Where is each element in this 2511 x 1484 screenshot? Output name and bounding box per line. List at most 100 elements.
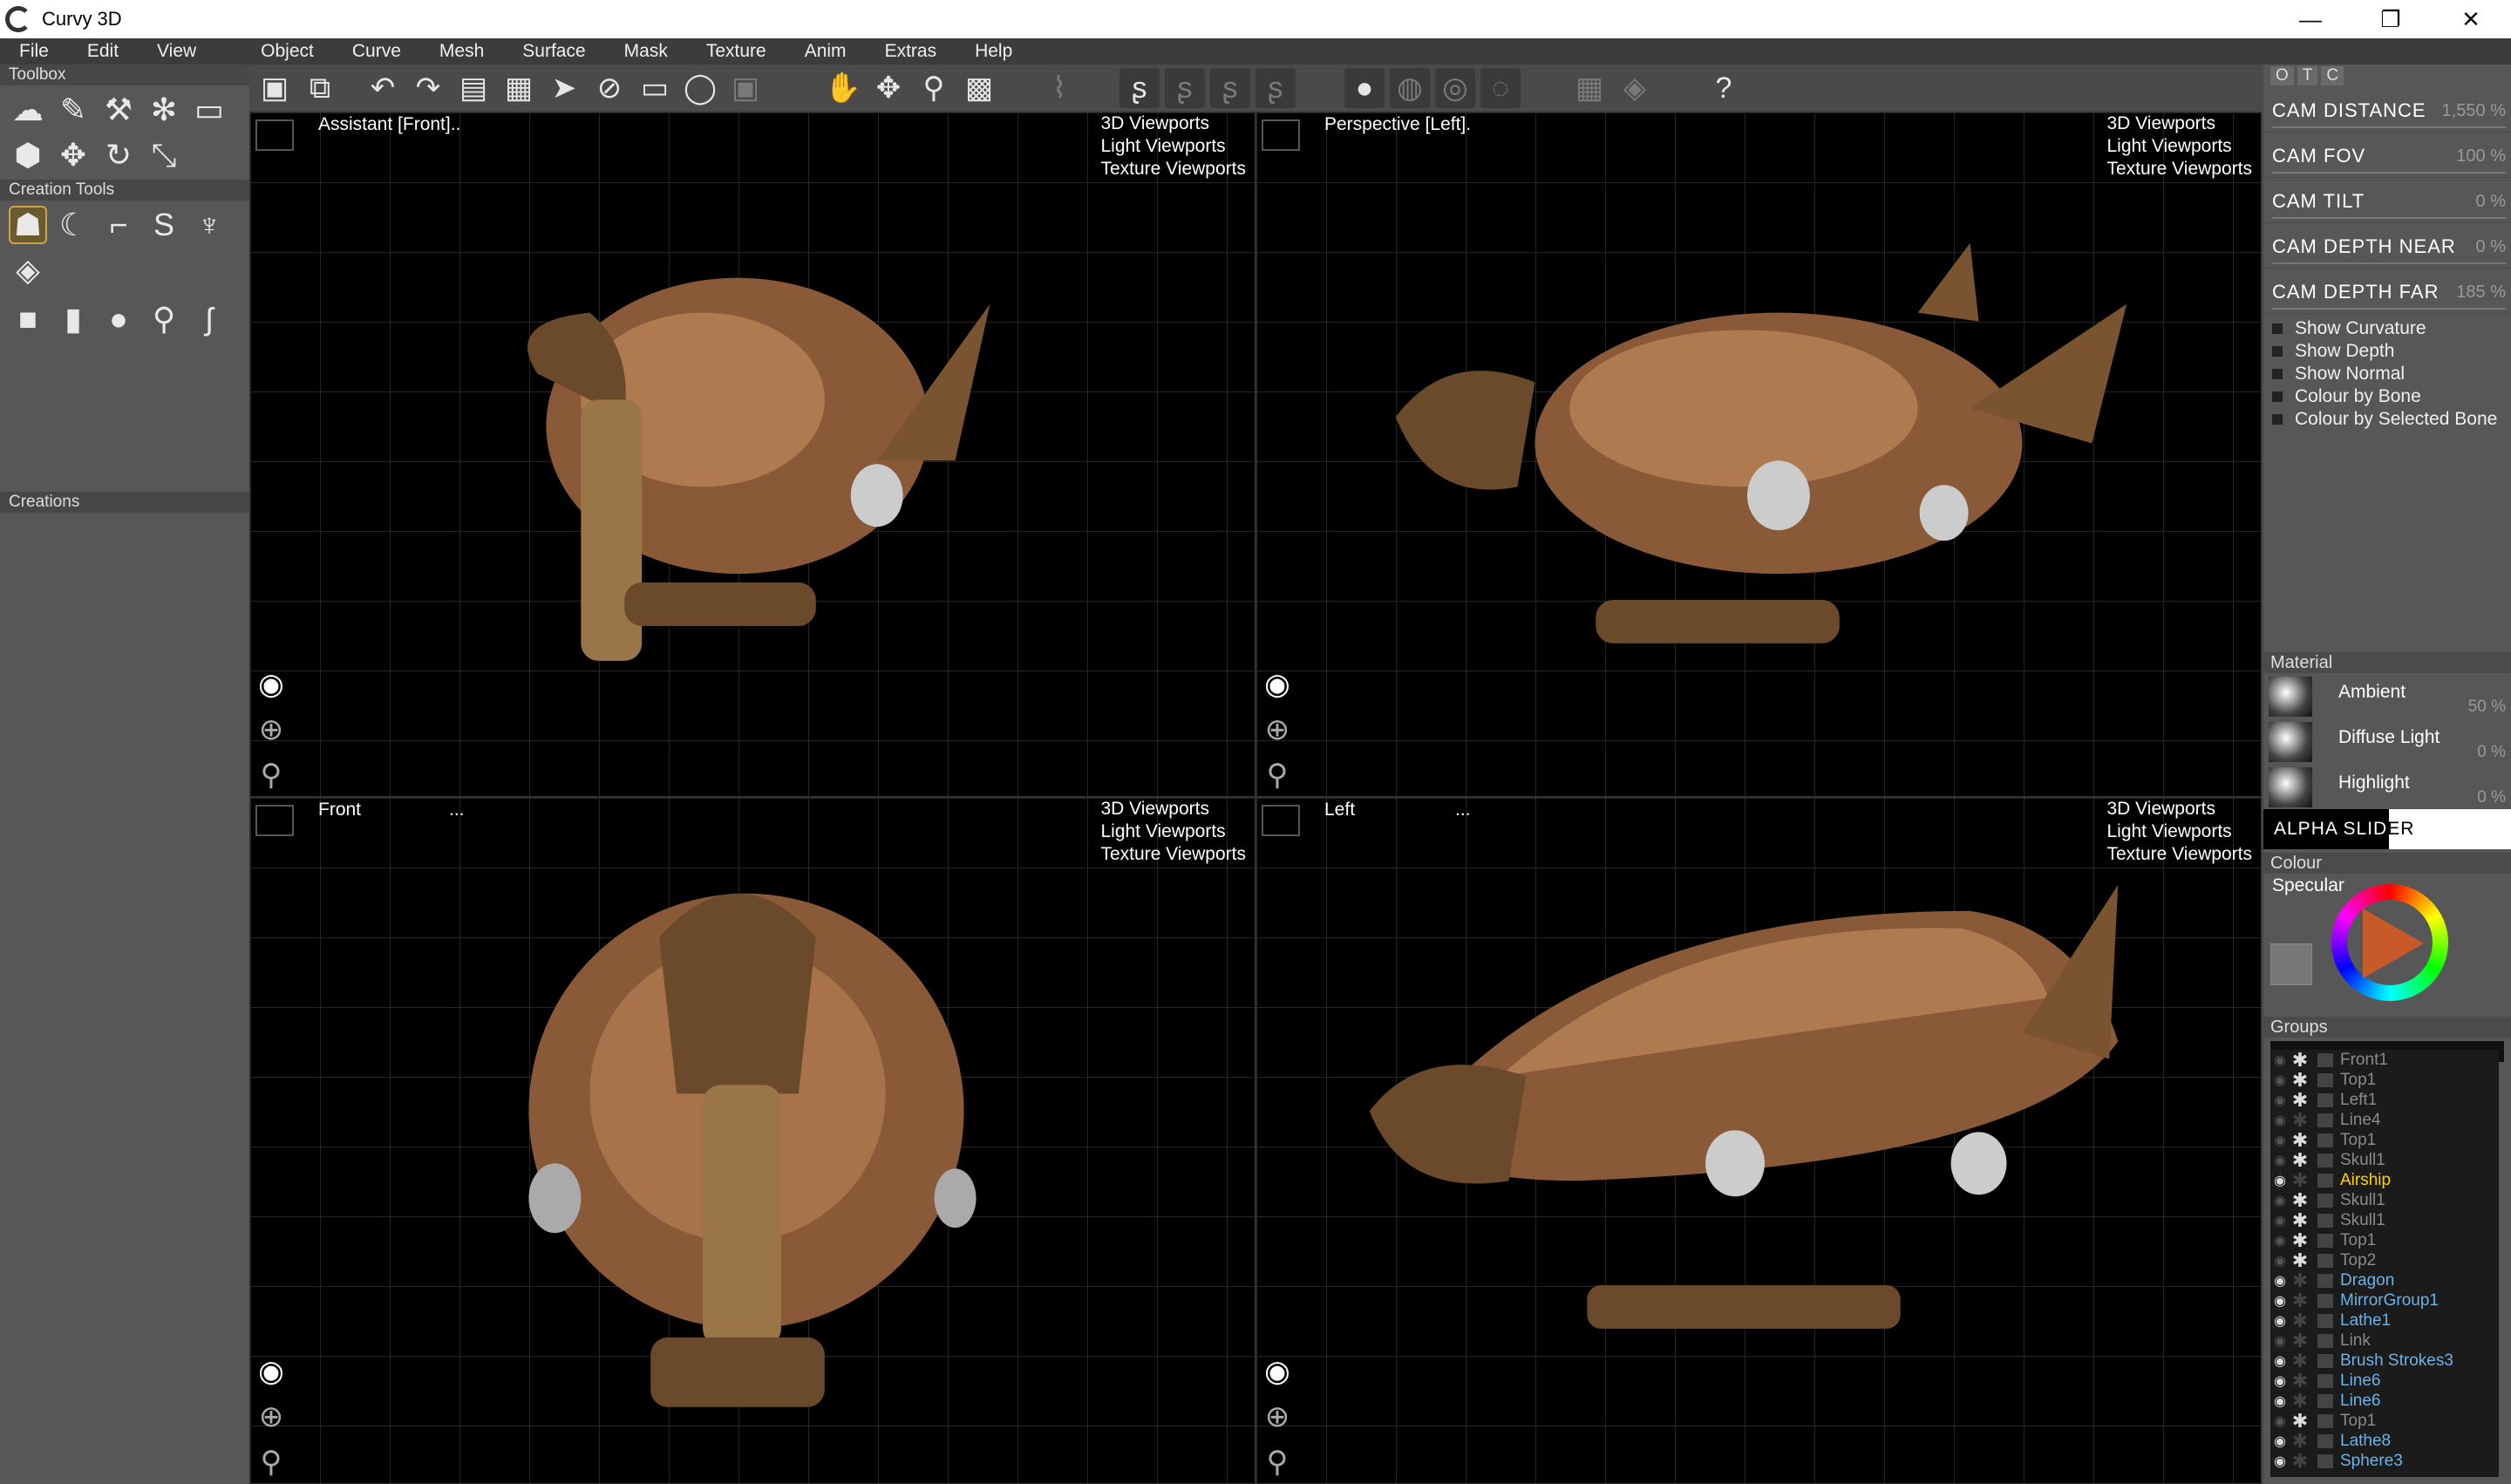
hook-icon[interactable]: ʃ	[190, 300, 228, 338]
zoom-icon[interactable]: ⚲	[914, 68, 954, 108]
tree-item[interactable]: ◉ ✱ Link	[2270, 1330, 2499, 1351]
menu-surface[interactable]: Surface	[503, 41, 604, 62]
menu-extras[interactable]: Extras	[866, 41, 956, 62]
visibility-eye-icon[interactable]: ◉	[2270, 1312, 2290, 1330]
save-as-icon[interactable]: ⧉	[300, 68, 340, 108]
tree-item[interactable]: ◉ ✱ Top1	[2270, 1229, 2499, 1251]
orbit-icon[interactable]: ⊕	[252, 711, 290, 749]
menu-edit[interactable]: Edit	[68, 41, 138, 62]
tree-item[interactable]: ◉ ✱ Front1	[2270, 1050, 2499, 1071]
no-select-icon[interactable]: ⊘	[589, 68, 629, 108]
paste-icon[interactable]: ▦	[499, 68, 539, 108]
tree-item[interactable]: ◉ ✱ Dragon	[2270, 1270, 2499, 1291]
tree-item[interactable]: ◉ ✱ Brush Strokes3	[2270, 1350, 2499, 1372]
tree-item[interactable]: ◉ ✱ MirrorGroup1	[2270, 1290, 2499, 1311]
tree-item[interactable]: ◉ ✱ Top1	[2270, 1129, 2499, 1151]
visibility-eye-icon[interactable]: ◉	[2270, 1192, 2290, 1209]
visibility-eye-icon[interactable]: ◉	[2270, 1392, 2290, 1410]
menu-light-viewports[interactable]: Light Viewports	[1100, 135, 1246, 158]
viewport-left[interactable]: Left ... 3D Viewports Light Viewports Te…	[1256, 797, 2262, 1484]
visibility-eye-icon[interactable]: ◉	[2270, 1092, 2290, 1109]
visibility-eye-icon[interactable]: ◉	[2270, 1152, 2290, 1169]
visibility-eye-icon[interactable]: ◉	[2270, 1232, 2290, 1249]
rect-select-icon[interactable]: ▭	[635, 68, 675, 108]
layout-diamond-icon[interactable]: ◈	[1615, 68, 1655, 108]
colour-by-selected-bone-checkbox[interactable]: Colour by Selected Bone	[2263, 408, 2511, 431]
menu-help[interactable]: Help	[956, 41, 1031, 62]
tree-item[interactable]: ◉ ✱ Line6	[2270, 1370, 2499, 1392]
visibility-eye-icon[interactable]: ◉	[2270, 1172, 2290, 1189]
viewport-corner-button[interactable]	[1262, 119, 1300, 151]
pan-hand-icon[interactable]: ✋	[823, 68, 863, 108]
cam-fov-slider[interactable]: CAM FOV 100 %	[2263, 133, 2511, 178]
orbit-icon[interactable]: ⊕	[1258, 1398, 1296, 1436]
wire-sphere-icon[interactable]: ◍	[1390, 68, 1430, 108]
maximize-button[interactable]: ❐	[2351, 0, 2431, 38]
visibility-eye-icon[interactable]: ◉	[2270, 1072, 2290, 1089]
diffuse-light-slider[interactable]: Diffuse Light 0 %	[2263, 718, 2511, 764]
s-curve-icon[interactable]: S	[145, 206, 183, 244]
mask-icon[interactable]: ▣	[725, 68, 766, 108]
curved-wires-icon[interactable]: ◌	[1480, 68, 1521, 108]
bone-icon[interactable]: ⚲	[145, 300, 183, 338]
cam-depth-far-slider[interactable]: CAM DEPTH FAR 185 %	[2263, 269, 2511, 314]
sheet-icon[interactable]: ◈	[9, 251, 47, 289]
menu-3d-viewports[interactable]: 3D Viewports	[1100, 112, 1246, 135]
select-arrow-icon[interactable]: ➤	[544, 68, 584, 108]
tree-item[interactable]: ◉ ✱ Line4	[2270, 1109, 2499, 1131]
close-button[interactable]: ✕	[2431, 0, 2511, 38]
smudge-icon[interactable]: ✎	[54, 91, 92, 129]
menu-light-viewports[interactable]: Light Viewports	[2106, 135, 2252, 158]
visibility-eye-icon[interactable]: ◉	[2270, 1052, 2290, 1069]
tree-item[interactable]: ◉ ✱ Airship	[2270, 1169, 2499, 1191]
curve-tool-4-icon[interactable]: ʂ	[1256, 68, 1296, 108]
visibility-eye-icon[interactable]: ◉	[2270, 1453, 2290, 1470]
camera-icon[interactable]: ▭	[190, 91, 228, 129]
wire-sphere-2-icon[interactable]: ◎	[1435, 68, 1475, 108]
move-view-icon[interactable]: ✥	[868, 68, 908, 108]
tree-item[interactable]: ◉ ✱ Top1	[2270, 1410, 2499, 1432]
visibility-eye-icon[interactable]: ◉	[2270, 1292, 2290, 1310]
tree-item[interactable]: ◉ ✱ Left1	[2270, 1089, 2499, 1111]
tree-item[interactable]: ◉ ✱ Skull1	[2270, 1149, 2499, 1171]
vase-icon[interactable]: ♆	[190, 206, 228, 244]
sphere-primitive-icon[interactable]: ●	[99, 300, 138, 338]
hammer-icon[interactable]: ⚒	[99, 91, 138, 129]
menu-texture-viewports[interactable]: Texture Viewports	[1100, 158, 1246, 180]
visibility-eye-icon[interactable]: ◉	[2270, 1332, 2290, 1350]
tab-t[interactable]: T	[2297, 66, 2318, 85]
layout-grid-icon[interactable]: ▦	[1569, 68, 1609, 108]
zoom-view-icon[interactable]: ⚲	[252, 1443, 290, 1481]
colour-by-bone-checkbox[interactable]: Colour by Bone	[2263, 385, 2511, 408]
viewport-corner-button[interactable]	[1262, 805, 1300, 836]
cylinder-primitive-icon[interactable]: ▮	[54, 300, 92, 338]
move-icon[interactable]: ✥	[54, 136, 92, 174]
lock-asterisk-icon[interactable]: ✱	[2290, 1450, 2310, 1473]
visibility-eye-icon[interactable]: ◉	[2270, 1132, 2290, 1149]
tree-item[interactable]: ◉ ✱ Top1	[2270, 1069, 2499, 1091]
alpha-slider[interactable]: ALPHA SLIDER	[2263, 809, 2511, 849]
tree-item[interactable]: ◉ ✱ Lathe1	[2270, 1310, 2499, 1331]
target-icon[interactable]: ◉	[1258, 665, 1296, 704]
viewport-assistant-front[interactable]: Assistant [Front].. 3D Viewports Light V…	[249, 112, 1256, 797]
help-icon[interactable]: ?	[1704, 68, 1744, 108]
target-icon[interactable]: ◉	[252, 1352, 290, 1391]
visibility-eye-icon[interactable]: ◉	[2270, 1433, 2290, 1450]
viewport-perspective-left[interactable]: Perspective [Left]. 3D Viewports Light V…	[1256, 112, 2262, 797]
box-primitive-icon[interactable]: ■	[9, 300, 47, 338]
show-curvature-checkbox[interactable]: Show Curvature	[2263, 317, 2511, 340]
scatter-icon[interactable]: ✻	[145, 91, 183, 129]
tree-item[interactable]: ◉ ✱ Sphere3	[2270, 1450, 2499, 1473]
blob-icon[interactable]: ☗	[9, 206, 47, 244]
menu-texture[interactable]: Texture	[687, 41, 786, 62]
zoom-view-icon[interactable]: ⚲	[1258, 1443, 1296, 1481]
curve-tool-2-icon[interactable]: ʂ	[1165, 68, 1205, 108]
menu-mask[interactable]: Mask	[605, 41, 687, 62]
shaded-sphere-icon[interactable]: ●	[1344, 68, 1385, 108]
rotate-icon[interactable]: ↻	[99, 136, 138, 174]
cam-tilt-slider[interactable]: CAM TILT 0 %	[2263, 178, 2511, 223]
visibility-eye-icon[interactable]: ◉	[2270, 1272, 2290, 1290]
lasso-icon[interactable]: ◯	[680, 68, 720, 108]
viewport-front[interactable]: Front ... 3D Viewports Light Viewports T…	[249, 797, 1256, 1484]
zoom-view-icon[interactable]: ⚲	[252, 756, 290, 794]
